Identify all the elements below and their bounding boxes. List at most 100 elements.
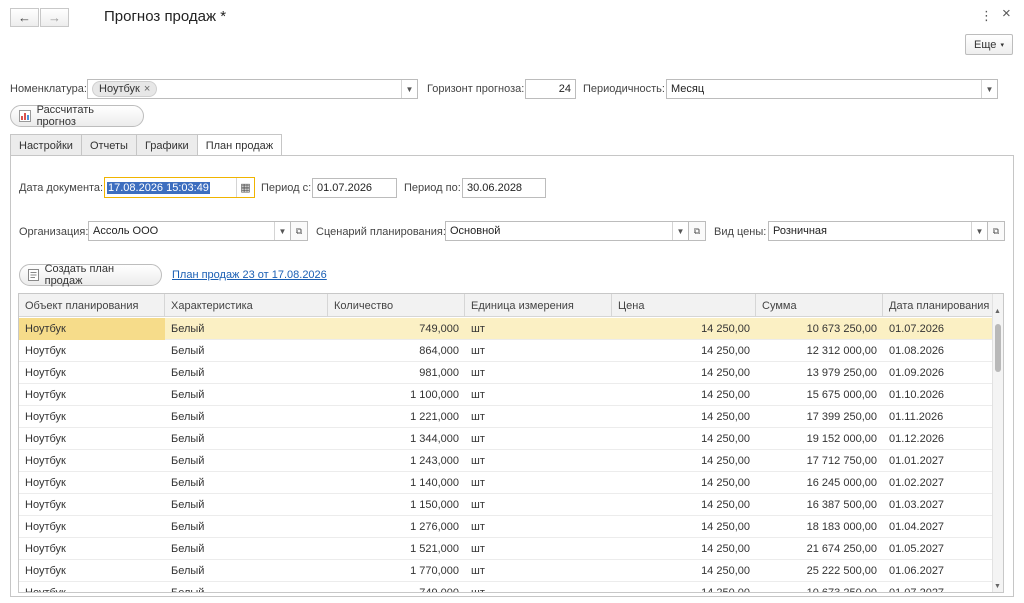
cell-characteristic: Белый	[171, 521, 205, 533]
nomenclature-field[interactable]: Ноутбук × ▼	[87, 79, 418, 99]
cell-object: Ноутбук	[25, 543, 66, 555]
table-row[interactable]: Ноутбук Белый 1 521,000 шт 14 250,00 21 674 2…	[19, 538, 993, 560]
tab-charts[interactable]: Графики	[135, 134, 198, 156]
calculate-forecast-button[interactable]: Рассчитать прогноз	[10, 104, 144, 128]
column-header-date[interactable]: Дата планирования	[883, 294, 993, 317]
open-scenario-icon[interactable]: ⧉	[688, 221, 706, 241]
table-row[interactable]: Ноутбук Белый 749,000 шт 14 250,00 10 673 250…	[19, 582, 993, 593]
table-row[interactable]: Ноутбук Белый 1 344,000 шт 14 250,00 19 152 0…	[19, 428, 993, 450]
cell-sum: 17 399 250,00	[806, 411, 877, 423]
cell-date: 01.04.2027	[889, 521, 945, 533]
cell-unit: шт	[471, 477, 485, 489]
tab-sales-plan[interactable]: План продаж	[196, 134, 283, 157]
cell-characteristic: Белый	[171, 543, 205, 555]
cell-characteristic: Белый	[171, 477, 205, 489]
cell-quantity: 1 150,000	[410, 499, 459, 511]
cell-price: 14 250,00	[701, 411, 750, 423]
cell-unit: шт	[471, 345, 485, 357]
cell-price: 14 250,00	[701, 565, 750, 577]
cell-quantity: 749,000	[419, 587, 459, 593]
column-header-sum[interactable]: Сумма	[756, 294, 883, 317]
nomenclature-label: Номенклатура:	[10, 83, 87, 95]
cell-sum: 25 222 500,00	[806, 565, 877, 577]
organization-value: Ассоль ООО	[93, 225, 159, 237]
cell-sum: 21 674 250,00	[806, 543, 877, 555]
cell-quantity: 1 243,000	[410, 455, 459, 467]
table-row[interactable]: Ноутбук Белый 1 243,000 шт 14 250,00 17 712 7…	[19, 450, 993, 472]
table-row[interactable]: Ноутбук Белый 1 276,000 шт 14 250,00 18 183 0…	[19, 516, 993, 538]
doc-date-input[interactable]: 17.08.2026 15:03:49 ▦	[104, 177, 255, 198]
cell-unit: шт	[471, 323, 485, 335]
open-organization-icon[interactable]: ⧉	[290, 221, 308, 241]
remove-tag-icon[interactable]: ×	[144, 83, 150, 95]
cell-unit: шт	[471, 433, 485, 445]
cell-object: Ноутбук	[25, 411, 66, 423]
column-header-characteristic[interactable]: Характеристика	[165, 294, 328, 317]
sales-plan-table[interactable]: Объект планирования Характеристика Количес…	[18, 293, 1004, 593]
period-to-input[interactable]: 30.06.2028	[462, 178, 546, 198]
doc-date-label: Дата документа:	[19, 182, 104, 194]
column-header-price[interactable]: Цена	[612, 294, 756, 317]
table-row[interactable]: Ноутбук Белый 1 140,000 шт 14 250,00 16 245 0…	[19, 472, 993, 494]
nomenclature-tag[interactable]: Ноутбук ×	[92, 81, 158, 97]
dropdown-arrow-icon[interactable]: ▼	[971, 222, 987, 240]
tag-label: Ноутбук	[99, 83, 140, 95]
dropdown-arrow-icon[interactable]: ▼	[401, 80, 417, 98]
period-from-label: Период с:	[261, 182, 312, 194]
period-from-input[interactable]: 01.07.2026	[312, 178, 397, 198]
more-button[interactable]: Еще ▾	[965, 34, 1013, 55]
scroll-down-icon[interactable]: ▼	[994, 583, 1001, 590]
cell-quantity: 1 521,000	[410, 543, 459, 555]
column-header-object[interactable]: Объект планирования	[19, 294, 165, 317]
column-header-unit[interactable]: Единица измерения	[465, 294, 612, 317]
cell-price: 14 250,00	[701, 587, 750, 593]
vertical-scrollbar[interactable]: ▲ ▼	[992, 294, 1003, 592]
page-title: Прогноз продаж *	[104, 8, 227, 25]
dropdown-arrow-icon[interactable]: ▼	[274, 222, 290, 240]
cell-price: 14 250,00	[701, 455, 750, 467]
table-row[interactable]: Ноутбук Белый 1 100,000 шт 14 250,00 15 675 0…	[19, 384, 993, 406]
table-row[interactable]: Ноутбук Белый 1 150,000 шт 14 250,00 16 387 5…	[19, 494, 993, 516]
open-price-type-icon[interactable]: ⧉	[987, 221, 1005, 241]
column-header-quantity[interactable]: Количество	[328, 294, 465, 317]
sales-plan-link[interactable]: План продаж 23 от 17.08.2026	[172, 269, 327, 281]
cell-unit: шт	[471, 367, 485, 379]
cell-characteristic: Белый	[171, 367, 205, 379]
scenario-select[interactable]: Основной ▼	[445, 221, 689, 241]
tab-reports[interactable]: Отчеты	[80, 134, 137, 156]
cell-characteristic: Белый	[171, 411, 205, 423]
close-icon[interactable]: ×	[1002, 5, 1011, 22]
cell-object: Ноутбук	[25, 345, 66, 357]
back-button[interactable]: ←	[10, 8, 39, 27]
calendar-icon[interactable]: ▦	[236, 178, 254, 197]
cell-object: Ноутбук	[25, 565, 66, 577]
cell-object: Ноутбук	[25, 455, 66, 467]
periodicity-select[interactable]: Месяц ▼	[666, 79, 998, 99]
table-row[interactable]: Ноутбук Белый 864,000 шт 14 250,00 12 312 000…	[19, 340, 993, 362]
price-type-select[interactable]: Розничная ▼	[768, 221, 988, 241]
table-row[interactable]: Ноутбук Белый 1 770,000 шт 14 250,00 25 222 5…	[19, 560, 993, 582]
dropdown-arrow-icon[interactable]: ▼	[672, 222, 688, 240]
organization-select[interactable]: Ассоль ООО ▼	[88, 221, 291, 241]
scenario-label: Сценарий планирования:	[316, 226, 446, 238]
table-row[interactable]: Ноутбук Белый 1 221,000 шт 14 250,00 17 399 2…	[19, 406, 993, 428]
cell-date: 01.07.2026	[889, 323, 945, 335]
kebab-menu-icon[interactable]: ⋮	[980, 8, 993, 24]
forward-button[interactable]: →	[40, 8, 69, 27]
cell-sum: 13 979 250,00	[806, 367, 877, 379]
scrollbar-thumb[interactable]	[995, 324, 1001, 372]
cell-price: 14 250,00	[701, 323, 750, 335]
table-row[interactable]: Ноутбук Белый 981,000 шт 14 250,00 13 979 250…	[19, 362, 993, 384]
table-body: Ноутбук Белый 749,000 шт 14 250,00 10 673 250…	[19, 318, 993, 593]
cell-date: 01.01.2027	[889, 455, 945, 467]
cell-date: 01.09.2026	[889, 367, 945, 379]
cell-characteristic: Белый	[171, 433, 205, 445]
tab-settings[interactable]: Настройки	[10, 134, 82, 156]
horizon-input[interactable]: 24	[525, 79, 576, 99]
cell-characteristic: Белый	[171, 323, 205, 335]
cell-quantity: 1 100,000	[410, 389, 459, 401]
create-sales-plan-button[interactable]: Создать план продаж	[19, 263, 162, 287]
dropdown-arrow-icon[interactable]: ▼	[981, 80, 997, 98]
scroll-up-icon[interactable]: ▲	[994, 308, 1001, 315]
table-row[interactable]: Ноутбук Белый 749,000 шт 14 250,00 10 673 250…	[19, 318, 993, 340]
